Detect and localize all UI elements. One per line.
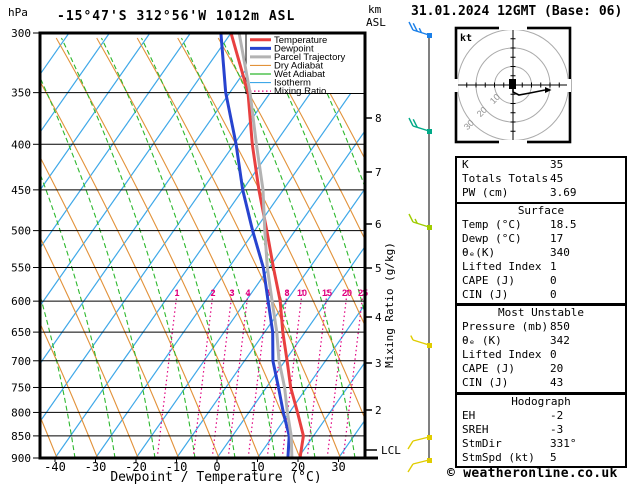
wind-barb-marker: [427, 343, 432, 348]
pressure-axis-label: 850: [11, 430, 31, 443]
hodograph-unit-label: kt: [460, 33, 472, 44]
wind-barb-shaft: [412, 125, 430, 132]
wind-barb-tick: [407, 463, 414, 473]
wind-barb: [407, 458, 432, 473]
pressure-axis-label: 700: [11, 355, 31, 368]
mixing-ratio-line: [156, 287, 179, 457]
temp-axis-label: -30: [85, 460, 107, 474]
hodograph-origin-marker: [509, 79, 516, 89]
wind-barb-shaft: [412, 459, 430, 465]
pressure-unit-label: hPa: [8, 6, 28, 19]
mixing-ratio-line: [211, 287, 234, 457]
isotherm-line: [41, 34, 232, 306]
altitude-unit-asl-label: ASL: [366, 16, 386, 29]
mixing-ratio-value-label: 10: [297, 288, 307, 298]
mixing-ratio-value-label: 15: [322, 288, 332, 298]
mixing-ratio-value-label: 3: [229, 288, 234, 298]
pressure-axis-label: 650: [11, 326, 31, 339]
skewt-chart: hPa -15°47'S 312°56'W 1012m ASL km ASL 1…: [0, 3, 572, 485]
dry-adiabat-line: [258, 37, 364, 239]
altitude-unit-km-label: km: [368, 3, 382, 16]
chart-legend: TemperatureDewpointParcel TrajectoryDry …: [245, 34, 365, 97]
hodograph-border-gap: [499, 140, 527, 144]
wind-barb-column: [407, 21, 432, 473]
pressure-axis-label: 400: [11, 138, 31, 151]
mixing-ratio-value-label: 4: [245, 288, 250, 298]
dry-adiabat-line: [41, 417, 58, 457]
pressure-axis-label: 450: [11, 184, 31, 197]
wind-barb: [408, 21, 432, 38]
isotherm-line: [41, 34, 313, 422]
km-axis-label: 2: [375, 404, 382, 417]
wind-barb-shaft: [412, 436, 430, 442]
wind-barb-marker: [427, 129, 432, 134]
legend-item-label: Mixing Ratio: [274, 86, 326, 97]
dry-adiabat-line: [41, 157, 179, 457]
mixing-ratio-line: [247, 287, 270, 457]
mixing-ratio-value-label: 20: [342, 288, 352, 298]
sounding-chart-page: hPa -15°47'S 312°56'W 1012m ASL km ASL 1…: [0, 0, 629, 486]
chart-title: -15°47'S 312°56'W 1012m ASL: [57, 9, 295, 24]
temp-axis-label: -40: [44, 460, 66, 474]
footer-credit: © weatheronline.co.uk: [447, 466, 618, 481]
hodograph-border-gap: [454, 79, 458, 92]
dry-adiabat-line: [41, 238, 139, 457]
mixing-ratio-value-label: 1: [174, 288, 179, 298]
wet-adiabat-line: [0, 38, 35, 458]
wind-barb-shaft: [412, 221, 430, 228]
km-axis-label: 5: [375, 262, 382, 275]
pressure-axis-label: 350: [11, 87, 31, 100]
hodograph-border-gap: [567, 79, 571, 92]
wind-barb-shaft: [412, 339, 430, 346]
km-axis-label: 7: [375, 166, 382, 179]
pressure-axis-label: 600: [11, 295, 31, 308]
km-axis-label: 3: [375, 357, 382, 370]
wet-adiabat-line: [60, 37, 196, 457]
km-axis-label: 4: [375, 311, 382, 324]
dry-adiabat-line: [136, 37, 341, 457]
wind-barb-tick: [407, 440, 414, 450]
pressure-axis-label: 550: [11, 261, 31, 274]
wind-barb-marker: [427, 33, 432, 38]
wet-adiabat-line: [300, 37, 364, 187]
wind-barb-half-tick: [410, 335, 414, 341]
dry-adiabat-line: [41, 82, 220, 457]
wind-barb-tick: [408, 213, 414, 223]
isotherm-line: [95, 73, 364, 457]
mixing-ratio-value-label: 2: [210, 288, 215, 298]
mixing-ratio-line: [342, 287, 364, 457]
dry-adiabat-line: [41, 324, 98, 457]
pressure-axis-label: 300: [11, 27, 31, 40]
dry-adiabat-line: [55, 37, 260, 457]
lcl-label: LCL: [381, 444, 401, 457]
mixing-ratio-axis-label: Mixing Ratio (g/kg): [383, 242, 396, 368]
mixing-ratio-value-label: 8: [284, 288, 289, 298]
hodograph-border-gap: [499, 26, 527, 30]
wet-adiabat-line: [41, 296, 76, 457]
pressure-axis-label: 900: [11, 452, 31, 465]
wet-adiabat-line: [41, 174, 116, 457]
pressure-axis-label: 800: [11, 406, 31, 419]
km-axis-label: 8: [375, 112, 382, 125]
wind-barb-tick: [408, 117, 414, 127]
wind-barb-tick: [408, 21, 414, 31]
km-axis-label: 6: [375, 218, 382, 231]
pressure-axis-label: 750: [11, 381, 31, 394]
temp-axis-label: 30: [331, 460, 345, 474]
pressure-axis-label: 500: [11, 225, 31, 238]
wind-barb-marker: [427, 225, 432, 230]
wind-barb: [407, 435, 432, 450]
temp-axis-title: Dewpoint / Temperature (°C): [110, 470, 321, 485]
datetime-label: 31.01.2024 12GMT (Base: 06): [411, 4, 623, 19]
mixing-ratio-value-label: 25: [358, 288, 368, 298]
